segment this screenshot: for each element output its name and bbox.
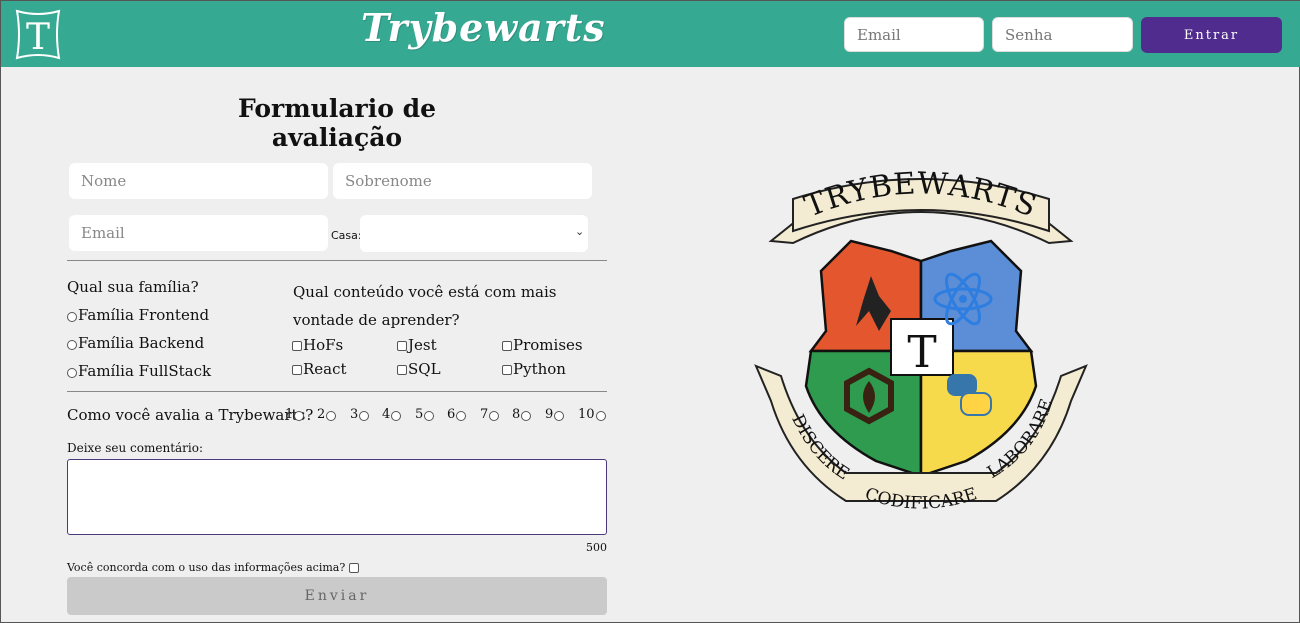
- divider: [67, 260, 607, 261]
- content-option-jest[interactable]: Jest: [397, 336, 437, 354]
- radio-button[interactable]: [424, 410, 435, 421]
- logo-letter: T: [26, 17, 50, 58]
- family-question: Qual sua família?: [67, 278, 199, 296]
- login-button[interactable]: Entrar: [1141, 17, 1282, 53]
- family-option-backend[interactable]: Família Backend: [67, 334, 204, 352]
- rating-option-10[interactable]: 10: [578, 407, 607, 422]
- radio-button[interactable]: [67, 339, 77, 350]
- rating-option-3[interactable]: 3: [350, 407, 370, 422]
- radio-button[interactable]: [521, 410, 532, 421]
- radio-button[interactable]: [489, 410, 500, 421]
- rating-question: Como você avalia a Trybewarts?: [67, 406, 314, 424]
- character-counter: 500: [586, 541, 607, 554]
- radio-button[interactable]: [359, 410, 370, 421]
- radio-button[interactable]: [294, 410, 305, 421]
- form-title: Formulario de avaliação: [238, 94, 436, 152]
- content-option-python[interactable]: Python: [502, 360, 566, 378]
- rating-option-1[interactable]: 1: [285, 407, 305, 422]
- family-option-frontend[interactable]: Família Frontend: [67, 306, 209, 324]
- rating-option-8[interactable]: 8: [512, 407, 532, 422]
- radio-button[interactable]: [67, 367, 77, 378]
- content-question: Qual conteúdo você está com mais vontade…: [293, 283, 557, 329]
- chevron-down-icon: ⌄: [575, 225, 585, 238]
- house-select[interactable]: [360, 215, 588, 252]
- checkbox[interactable]: [397, 341, 407, 351]
- rating-option-9[interactable]: 9: [545, 407, 565, 422]
- radio-button[interactable]: [595, 410, 606, 421]
- content-option-promises[interactable]: Promises: [502, 336, 583, 354]
- login-email-input[interactable]: [844, 17, 984, 52]
- rating-option-7[interactable]: 7: [480, 407, 500, 422]
- divider: [67, 391, 607, 392]
- rating-option-6[interactable]: 6: [447, 407, 467, 422]
- content-option-hofs[interactable]: HoFs: [292, 336, 343, 354]
- rating-option-2[interactable]: 2: [317, 407, 337, 422]
- rating-option-5[interactable]: 5: [415, 407, 435, 422]
- site-title: Trybewarts: [361, 5, 606, 50]
- rating-option-4[interactable]: 4: [382, 407, 402, 422]
- family-option-fullstack[interactable]: Família FullStack: [67, 362, 211, 380]
- header-bar: T Trybewarts Entrar: [1, 1, 1300, 67]
- logo-badge-icon: T: [15, 9, 61, 60]
- comment-label: Deixe seu comentário:: [67, 441, 204, 455]
- agreement-label: Você concorda com o uso das informações …: [67, 561, 346, 574]
- radio-button[interactable]: [326, 410, 337, 421]
- name-input[interactable]: [69, 163, 328, 199]
- radio-button[interactable]: [67, 311, 77, 322]
- email-input[interactable]: [69, 215, 328, 251]
- checkbox[interactable]: [397, 365, 407, 375]
- login-password-input[interactable]: [992, 17, 1133, 52]
- content-option-sql[interactable]: SQL: [397, 360, 441, 378]
- checkbox[interactable]: [502, 365, 512, 375]
- radio-button[interactable]: [391, 410, 402, 421]
- trybewarts-crest-icon: TRYBEWARTS T DISCERE CODIFICARE LABORARE: [754, 166, 1088, 514]
- lastname-input[interactable]: [333, 163, 592, 199]
- crest-letter: T: [907, 327, 936, 378]
- submit-button[interactable]: Enviar: [67, 577, 607, 615]
- checkbox[interactable]: [292, 341, 302, 351]
- checkbox[interactable]: [502, 341, 512, 351]
- radio-button[interactable]: [456, 410, 467, 421]
- house-label: Casa:: [331, 229, 362, 242]
- agreement-checkbox[interactable]: [349, 563, 360, 573]
- content-option-react[interactable]: React: [292, 360, 347, 378]
- radio-button[interactable]: [554, 410, 565, 421]
- checkbox[interactable]: [292, 365, 302, 375]
- comment-textarea[interactable]: [67, 459, 607, 535]
- agreement-row: Você concorda com o uso das informações …: [67, 561, 360, 574]
